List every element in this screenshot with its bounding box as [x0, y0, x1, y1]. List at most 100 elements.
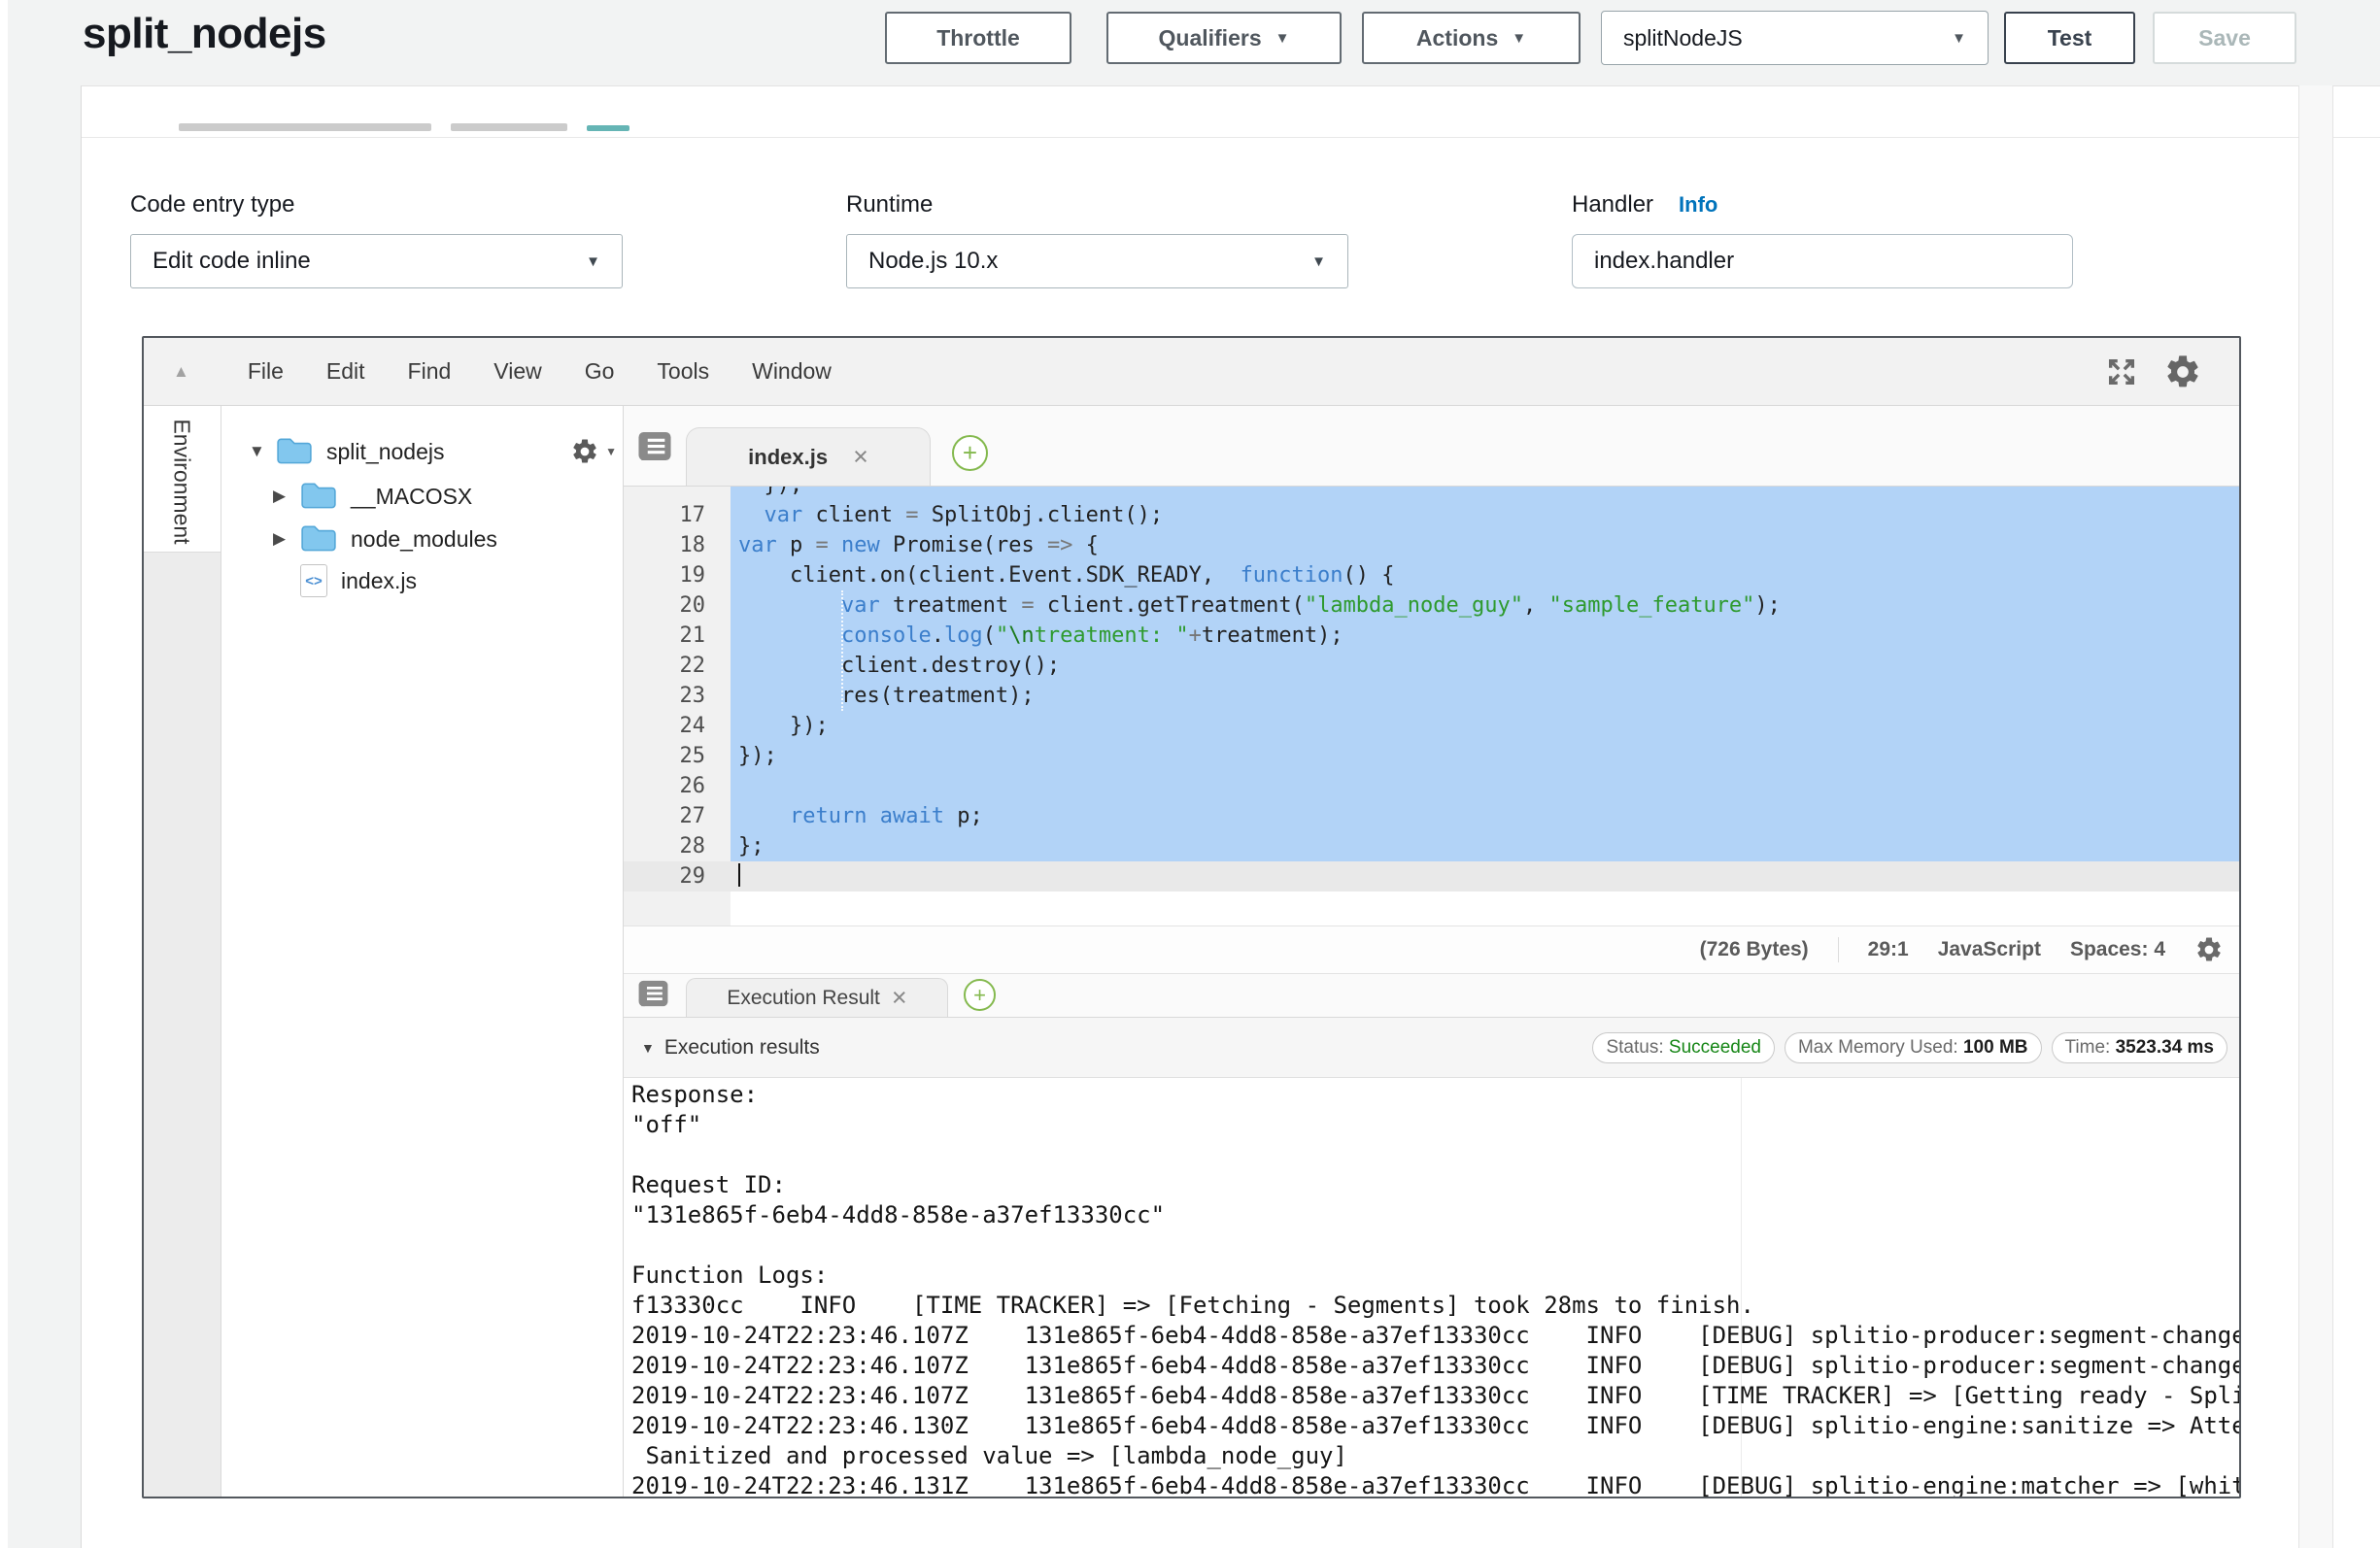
throttle-button[interactable]: Throttle	[885, 12, 1071, 64]
code-entry-type-value: Edit code inline	[153, 248, 311, 275]
code-entry-type-select[interactable]: Edit code inline ▼	[130, 234, 623, 288]
tab-list-icon[interactable]	[637, 431, 672, 461]
menu-edit[interactable]: Edit	[326, 358, 365, 385]
execution-log-area[interactable]: Response:"off"Request ID:"131e865f-6eb4-…	[624, 1078, 2239, 1497]
code-line-clipped[interactable]: });	[624, 487, 2239, 500]
code-line-25[interactable]: 25});	[624, 741, 2239, 771]
menu-view[interactable]: View	[493, 358, 541, 385]
qualifiers-button[interactable]: Qualifiers ▼	[1106, 12, 1342, 64]
language-mode[interactable]: JavaScript	[1938, 938, 2041, 961]
line-number: 29	[624, 861, 731, 892]
indent-guide	[841, 590, 843, 711]
close-icon[interactable]: ×	[892, 985, 907, 1011]
indentation-setting[interactable]: Spaces: 4	[2070, 938, 2165, 961]
handler-input[interactable]: index.handler	[1572, 234, 2073, 288]
code-line-20[interactable]: 20 var treatment = client.getTreatment("…	[624, 590, 2239, 621]
editor-body: Environment ▼split_nodejs▼ ▶ __MACOSX ▶ node…	[144, 406, 2239, 1497]
menu-file[interactable]: File	[248, 358, 284, 385]
code-line-19[interactable]: 19 client.on(client.Event.SDK_READY, fun…	[624, 560, 2239, 590]
badge-label: Time:	[2065, 1037, 2116, 1058]
environment-tab[interactable]: Environment	[169, 419, 195, 544]
caret-right-icon[interactable]: ▶	[273, 487, 300, 506]
line-number: 28	[624, 831, 731, 861]
tree-item-label: __MACOSX	[351, 484, 472, 510]
runtime-select[interactable]: Node.js 10.x ▼	[846, 234, 1348, 288]
statusbar-divider	[1838, 937, 1839, 962]
collapse-editor-icon[interactable]: ▲	[173, 362, 189, 382]
code-area[interactable]: });17 var client = SplitObj.client();18v…	[624, 487, 2239, 925]
save-label: Save	[2198, 25, 2251, 51]
code-line-22[interactable]: 22 client.destroy();	[624, 651, 2239, 681]
log-line: "off"	[631, 1110, 2239, 1140]
fullscreen-icon[interactable]	[2105, 355, 2138, 388]
execution-results-label: Execution results	[664, 1036, 820, 1060]
handler-info-link[interactable]: Info	[1679, 192, 1717, 217]
caret-down-icon[interactable]: ▼	[249, 442, 276, 461]
close-icon[interactable]: ×	[853, 444, 868, 470]
log-line: "131e865f-6eb4-4dd8-858e-a37ef13330cc"	[631, 1200, 2239, 1230]
menu-window[interactable]: Window	[752, 358, 832, 385]
line-number: 24	[624, 711, 731, 741]
new-tab-button[interactable]: +	[964, 979, 996, 1011]
chevron-down-icon: ▼	[1275, 30, 1290, 47]
line-number: 27	[624, 801, 731, 831]
code-tabbar: index.js × +	[624, 406, 2239, 487]
plus-icon: +	[963, 438, 977, 468]
log-line: f13330cc INFO [TIME TRACKER] => [Fetchin…	[631, 1291, 2239, 1321]
code-line-28[interactable]: 28};	[624, 831, 2239, 861]
code-editor: ▲ File Edit Find View Go Tools Window Environm…	[142, 336, 2241, 1498]
tree-item-__macosx[interactable]: ▶ __MACOSX	[221, 475, 617, 518]
menu-find[interactable]: Find	[408, 358, 452, 385]
tree-item-label: node_modules	[351, 526, 497, 553]
code-line-26[interactable]: 26	[624, 771, 2239, 801]
qualifiers-label: Qualifiers	[1159, 25, 1262, 51]
lambda-console-page: split_nodejs Throttle Qualifiers ▼ Actio…	[0, 0, 2380, 1548]
menubar-icons	[2105, 353, 2210, 391]
folder-icon	[276, 437, 313, 466]
log-line	[631, 1230, 2239, 1261]
tab-index-js[interactable]: index.js ×	[686, 427, 931, 486]
code-line-17[interactable]: 17 var client = SplitObj.client();	[624, 500, 2239, 530]
tab-execution-result[interactable]: Execution Result ×	[686, 978, 948, 1017]
actions-button[interactable]: Actions ▼	[1362, 12, 1581, 64]
tree-item-index.js[interactable]: <>index.js	[221, 559, 617, 602]
code-lines: });17 var client = SplitObj.client();18v…	[624, 487, 2239, 892]
cursor-position[interactable]: 29:1	[1868, 938, 1909, 961]
menu-go[interactable]: Go	[585, 358, 615, 385]
page-left-sliver	[0, 0, 8, 1548]
menu-tools[interactable]: Tools	[657, 358, 709, 385]
new-tab-button[interactable]: +	[952, 435, 988, 471]
code-line-23[interactable]: 23 res(treatment);	[624, 681, 2239, 711]
code-text: return await p;	[731, 801, 2239, 831]
tree-item-split_nodejs[interactable]: ▼split_nodejs▼	[221, 430, 617, 473]
tree-item-node_modules[interactable]: ▶ node_modules	[221, 518, 617, 560]
code-line-21[interactable]: 21 console.log("\ntreatment: "+treatment…	[624, 621, 2239, 651]
handler-value: index.handler	[1594, 248, 1734, 275]
folder-icon	[300, 482, 337, 511]
statusbar-settings-gear-icon[interactable]	[2194, 935, 2224, 964]
caret-right-icon[interactable]: ▶	[273, 529, 300, 549]
save-button[interactable]: Save	[2153, 12, 2296, 64]
code-line-24[interactable]: 24 });	[624, 711, 2239, 741]
log-lines: Response:"off"Request ID:"131e865f-6eb4-…	[624, 1078, 2239, 1497]
log-line	[631, 1140, 2239, 1170]
code-text	[731, 861, 2239, 892]
tab-list-icon[interactable]	[637, 980, 669, 1007]
tree-settings-button[interactable]: ▼	[570, 437, 617, 466]
file-tree[interactable]: ▼split_nodejs▼ ▶ __MACOSX ▶ node_modules <>in…	[221, 406, 624, 1497]
editor-settings-gear-icon[interactable]	[2163, 353, 2202, 391]
caret-down-icon: ▼	[641, 1040, 655, 1056]
chevron-down-icon: ▼	[1512, 30, 1526, 47]
js-file-icon: <>	[300, 564, 327, 597]
badge-time: Time: 3523.34 ms	[2052, 1032, 2228, 1063]
code-line-27[interactable]: 27 return await p;	[624, 801, 2239, 831]
execution-results-toggle[interactable]: ▼ Execution results	[641, 1036, 820, 1060]
line-number	[624, 487, 731, 500]
log-line: 2019-10-24T22:23:46.130Z 131e865f-6eb4-4…	[631, 1411, 2239, 1441]
code-line-18[interactable]: 18var p = new Promise(res => {	[624, 530, 2239, 560]
test-event-select[interactable]: splitNodeJS ▼	[1601, 11, 1989, 65]
page-scrollbar[interactable]	[2298, 85, 2333, 1548]
badge-maxmemoryused: Max Memory Used: 100 MB	[1785, 1032, 2042, 1063]
code-line-29[interactable]: 29	[624, 861, 2239, 892]
test-button[interactable]: Test	[2004, 12, 2135, 64]
